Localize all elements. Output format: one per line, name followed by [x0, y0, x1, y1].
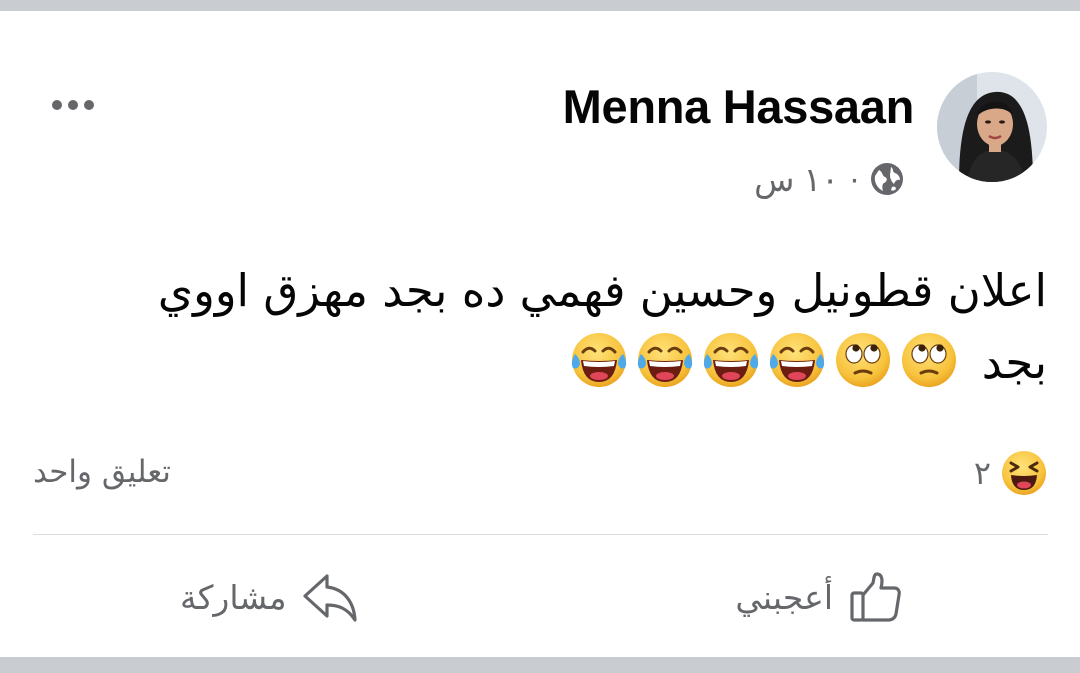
rolling-eyes-emoji-icon	[836, 333, 891, 387]
reactions-summary[interactable]: ٢	[974, 450, 1047, 496]
post-meta: ١٠ س ·	[754, 159, 904, 199]
tears-of-joy-emoji-icon	[770, 333, 825, 387]
like-label: أعجبني	[735, 577, 833, 617]
share-label: مشاركة	[180, 577, 287, 617]
post-card: Menna Hassaan ١٠ س · اعلان قطونيل وحسين …	[0, 11, 1080, 657]
tears-of-joy-emoji-icon	[704, 333, 759, 387]
thumbs-up-icon	[850, 572, 901, 622]
share-arrow-icon	[302, 574, 357, 622]
post-time[interactable]: ١٠ س	[754, 160, 839, 199]
tears-of-joy-emoji-icon	[572, 333, 627, 387]
emoji-row	[569, 330, 959, 390]
post-text-line-2-text: بجد	[981, 336, 1047, 389]
tears-of-joy-emoji-icon	[638, 333, 693, 387]
more-options-icon[interactable]	[52, 99, 98, 111]
rolling-eyes-emoji-icon	[902, 333, 957, 387]
globe-icon	[871, 163, 903, 195]
avatar[interactable]	[937, 72, 1047, 182]
comments-count[interactable]: تعليق واحد	[33, 454, 171, 490]
like-button[interactable]: أعجبني	[735, 566, 905, 628]
share-button[interactable]: مشاركة	[180, 566, 359, 628]
meta-separator: ·	[849, 160, 860, 197]
post-text-line-1: اعلان قطونيل وحسين فهمي ده بجد مهزق اووي	[157, 264, 1047, 317]
post-text-line-2: بجد	[47, 327, 1047, 399]
reaction-count: ٢	[973, 454, 991, 492]
divider	[33, 534, 1048, 535]
post-author-name[interactable]: Menna Hassaan	[563, 79, 915, 134]
haha-reaction-icon	[1002, 451, 1046, 495]
post-text: اعلان قطونيل وحسين فهمي ده بجد مهزق اووي…	[47, 255, 1047, 399]
